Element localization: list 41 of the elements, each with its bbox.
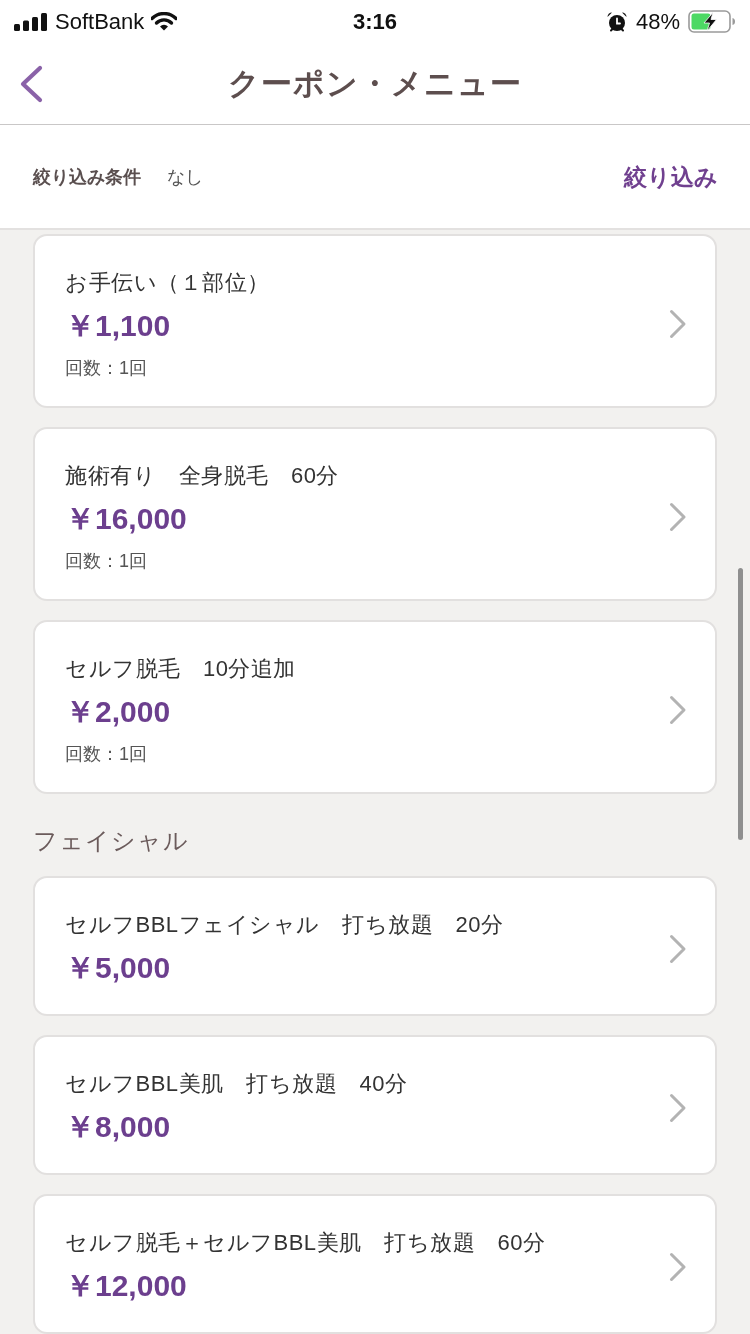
filter-value: なし — [167, 165, 203, 189]
coupon-name: お手伝い（１部位） — [65, 269, 270, 297]
visit-count: 回数：1回 — [65, 357, 148, 380]
coupon-price: ￥5,000 — [65, 950, 172, 986]
wifi-icon — [151, 12, 178, 31]
coupon-card[interactable]: セルフ脱毛 10分追加 ￥2,000 回数：1回 — [33, 620, 717, 794]
chevron-right-icon — [669, 502, 687, 532]
signal-icon — [14, 12, 48, 31]
alarm-clock-icon — [605, 10, 628, 33]
chevron-right-icon — [669, 1252, 687, 1282]
filter-button[interactable]: 絞り込み — [624, 161, 718, 192]
coupon-name: セルフ脱毛＋セルフBBL美肌 打ち放題 60分 — [65, 1229, 546, 1257]
section-heading: フェイシャル — [33, 827, 189, 854]
visit-count: 回数：1回 — [65, 743, 148, 766]
coupon-name: セルフBBL美肌 打ち放題 40分 — [65, 1070, 408, 1098]
coupon-price: ￥8,000 — [65, 1109, 172, 1145]
battery-charging-icon — [688, 10, 736, 33]
visit-count: 回数：1回 — [65, 550, 148, 573]
coupon-price: ￥12,000 — [65, 1268, 188, 1304]
coupon-name: セルフ脱毛 10分追加 — [65, 655, 296, 683]
coupon-price: ￥2,000 — [65, 694, 172, 730]
back-chevron-icon — [18, 65, 44, 104]
carrier-name: SoftBank — [55, 7, 145, 36]
filter-label: 絞り込み条件 — [33, 165, 141, 189]
coupon-card[interactable]: セルフ脱毛＋セルフBBL美肌 打ち放題 60分 ￥12,000 — [33, 1194, 717, 1334]
status-time: 3:16 — [352, 7, 397, 36]
coupon-card[interactable]: セルフBBL美肌 打ち放題 40分 ￥8,000 — [33, 1035, 717, 1175]
page-title: クーポン・メニュー — [228, 64, 522, 103]
chevron-right-icon — [669, 695, 687, 725]
coupon-card[interactable]: セルフBBLフェイシャル 打ち放題 20分 ￥5,000 — [33, 876, 717, 1016]
coupon-card[interactable]: 施術有り 全身脱毛 60分 ￥16,000 回数：1回 — [33, 427, 717, 601]
scrollbar-thumb[interactable] — [738, 568, 743, 840]
chevron-right-icon — [669, 309, 687, 339]
coupon-name: 施術有り 全身脱毛 60分 — [65, 462, 339, 490]
coupon-price: ￥16,000 — [65, 501, 188, 537]
coupon-name: セルフBBLフェイシャル 打ち放題 20分 — [65, 911, 504, 939]
coupon-card[interactable]: お手伝い（１部位） ￥1,100 回数：1回 — [33, 234, 717, 408]
coupon-price: ￥1,100 — [65, 308, 172, 344]
chevron-right-icon — [669, 934, 687, 964]
battery-percent: 48% — [635, 7, 680, 36]
chevron-right-icon — [669, 1093, 687, 1123]
